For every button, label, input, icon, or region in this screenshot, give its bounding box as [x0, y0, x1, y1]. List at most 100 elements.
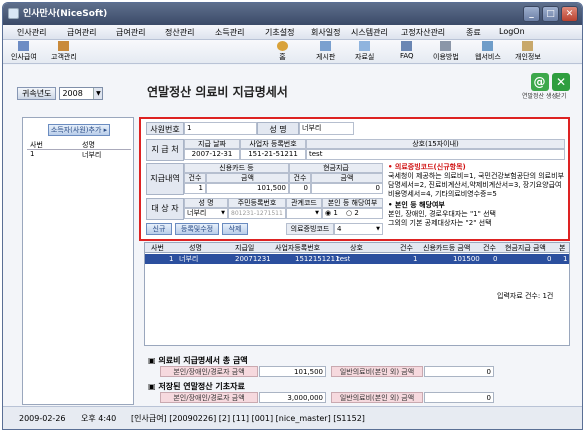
employee-grid-header: 사번 성명: [27, 140, 131, 150]
menu-item[interactable]: 정산관리: [165, 27, 194, 38]
cash-count-header: 건수: [289, 173, 311, 183]
notice-body-evidence: 국세청이 제공하는 의료비=1, 국민건강보험공단의 의료비부담명세서=2, 진…: [388, 172, 565, 198]
menu-item[interactable]: 종료: [466, 27, 481, 38]
notice-body-self-2: 그외의 기본 공제대상자는 "2" 선택: [388, 219, 492, 227]
jumin-field[interactable]: 801231-1271511: [228, 208, 286, 219]
relation-select[interactable]: ▼: [286, 208, 322, 219]
menu-item[interactable]: 소득관리: [215, 27, 244, 38]
help-icon: [440, 41, 452, 51]
year-label: 귀속년도: [17, 86, 57, 100]
user-card-icon: [522, 41, 534, 51]
grid-header: 사번 성명 지급일 사업자등록번호 상호 건수 신용카드등 금액 건수 현금지급…: [145, 243, 569, 253]
self-amount-label: 본인/장애인/경로자 금액: [160, 366, 258, 377]
self-radio-group: ◉ 1 ○ 2: [322, 208, 383, 219]
radio-1[interactable]: ◉ 1: [325, 209, 338, 217]
cash-header: 현금지급: [289, 163, 383, 173]
employee-grid: 사번 성명 1 너부리: [27, 140, 131, 160]
notice-body-self-1: 본인, 장애인, 경로우대자는 "1" 선택: [388, 210, 496, 218]
tool-webservice[interactable]: 웹서비스: [475, 41, 501, 62]
card-amount-header: 금액: [206, 173, 289, 183]
status-time: 오후 4:40: [81, 414, 117, 423]
detail-label: 지급내역: [146, 163, 184, 195]
chevron-down-icon[interactable]: ▼: [315, 209, 319, 218]
name-field[interactable]: 너부리: [299, 122, 354, 135]
tool-faq[interactable]: FAQ: [400, 41, 414, 60]
home-icon: [277, 41, 288, 51]
table-row[interactable]: 1 너부리 20071231 1512151211 test 1 101500 …: [145, 254, 569, 264]
status-info: [인사급여] [20090226] [2] [11] [001] [nice_m…: [131, 414, 365, 423]
radio-2[interactable]: ○ 2: [346, 209, 359, 217]
evidence-code-label: 의료증빙코드: [286, 223, 334, 235]
tool-howto[interactable]: 이용방법: [433, 41, 459, 62]
menu-bar: 인사관리 급여관리 급여관리 정산관리 소득관리 기초설정 회사일정 시스템관리…: [3, 25, 582, 40]
general-amount-value: 0: [424, 366, 494, 377]
menu-item[interactable]: 인사관리: [17, 27, 46, 38]
menu-item[interactable]: 급여관리: [67, 27, 96, 38]
close-window-button[interactable]: ✕: [561, 6, 578, 22]
target-label: 대 상 자: [146, 198, 184, 220]
saved-general-amount-label: 일반의료비(본인 외) 금액: [331, 392, 423, 403]
summary-title-2: ▣ 저장된 연말정산 기초자료: [148, 382, 245, 391]
bizno-field[interactable]: 151-21-51211: [240, 149, 306, 160]
chevron-down-icon[interactable]: ▼: [221, 209, 225, 218]
folder-icon: [359, 41, 371, 51]
status-date: 2009-02-26: [19, 414, 66, 423]
payee-label: 지 급 처: [146, 139, 184, 161]
tool-hr-payroll[interactable]: 인사급여: [11, 41, 37, 62]
save-button[interactable]: 등록및수정: [175, 223, 219, 235]
cash-count-field[interactable]: 0: [289, 183, 311, 194]
maximize-button[interactable]: □: [542, 6, 559, 22]
menu-item[interactable]: 기초설정: [265, 27, 294, 38]
tool-privacy[interactable]: 개인정보: [515, 41, 541, 62]
year-select[interactable]: 2008 ▼: [59, 86, 104, 100]
tool-board[interactable]: 게시판: [316, 41, 335, 62]
menu-item[interactable]: 회사일정: [311, 27, 340, 38]
board-icon: [320, 41, 332, 51]
target-name-select[interactable]: 너부리 ▼: [184, 208, 228, 219]
saved-general-amount-value: 0: [424, 392, 494, 403]
guide-notice: • 의료증빙코드(신규항목) 국세청이 제공하는 의료비=1, 국민건강보험공단…: [388, 163, 566, 228]
page-title: 연말정산 의료비 지급명세서: [147, 85, 288, 99]
company-header: 상호(15자이내): [306, 139, 565, 149]
delete-button[interactable]: 삭제: [222, 223, 248, 235]
add-employee-button[interactable]: 소득자(사원)추가 ▸: [48, 124, 110, 136]
window-title: 인사만사(NiceSoft): [23, 9, 108, 19]
cash-amount-field[interactable]: 0: [311, 183, 383, 194]
tool-archive[interactable]: 자료실: [355, 41, 374, 62]
company-field[interactable]: test: [306, 149, 565, 160]
title-bar: 인사만사(NiceSoft) _ □ ✕: [3, 3, 582, 25]
menu-item[interactable]: 고정자산관리: [401, 27, 445, 38]
tool-customer[interactable]: 고객관리: [51, 41, 77, 62]
employee-list-panel: 소득자(사원)추가 ▸ 사번 성명 1 너부리: [22, 117, 134, 405]
tool-home[interactable]: 홈: [277, 41, 288, 62]
saved-self-amount-value: 3,000,000: [259, 392, 326, 403]
pay-date-field[interactable]: 2007-12-31: [184, 149, 240, 160]
minimize-button[interactable]: _: [523, 6, 540, 22]
faq-icon: [401, 41, 413, 51]
close-page-button[interactable]: ✕ 닫기: [552, 73, 570, 100]
summary-title-1: ▣ 의료비 지급명세서 총 금액: [148, 356, 248, 365]
general-amount-label: 일반의료비(본인 외) 금액: [331, 366, 423, 377]
menu-item[interactable]: 시스템관리: [351, 27, 388, 38]
emp-no-field[interactable]: 1: [184, 122, 257, 135]
menu-item[interactable]: 급여관리: [116, 27, 145, 38]
chevron-down-icon[interactable]: ▼: [376, 224, 380, 234]
notice-title-evidence: • 의료증빙코드(신규항목): [388, 163, 466, 171]
emp-no-label: 사원번호: [146, 122, 184, 135]
card-count-field[interactable]: 1: [184, 183, 206, 194]
chevron-down-icon[interactable]: ▼: [93, 87, 103, 99]
input-count: 입력자료 건수: 1건: [497, 292, 554, 300]
bizno-header: 사업자 등록번호: [240, 139, 306, 149]
table-row[interactable]: 1 너부리: [27, 150, 131, 160]
evidence-code-select[interactable]: 4 ▼: [334, 223, 383, 235]
card-amount-field[interactable]: 101,500: [206, 183, 289, 194]
year-filter: 귀속년도 2008 ▼: [17, 86, 104, 100]
customer-icon: [58, 41, 70, 51]
saved-self-amount-label: 본인/장애인/경로자 금액: [160, 392, 258, 403]
notice-title-self: • 본인 등 해당여부: [388, 201, 445, 209]
new-button[interactable]: 신규: [146, 223, 172, 235]
close-x-icon: ✕: [552, 73, 570, 91]
cash-amount-header: 금액: [311, 173, 383, 183]
menu-item[interactable]: LogOn: [499, 27, 525, 36]
pay-date-header: 지급 날짜: [184, 139, 240, 149]
